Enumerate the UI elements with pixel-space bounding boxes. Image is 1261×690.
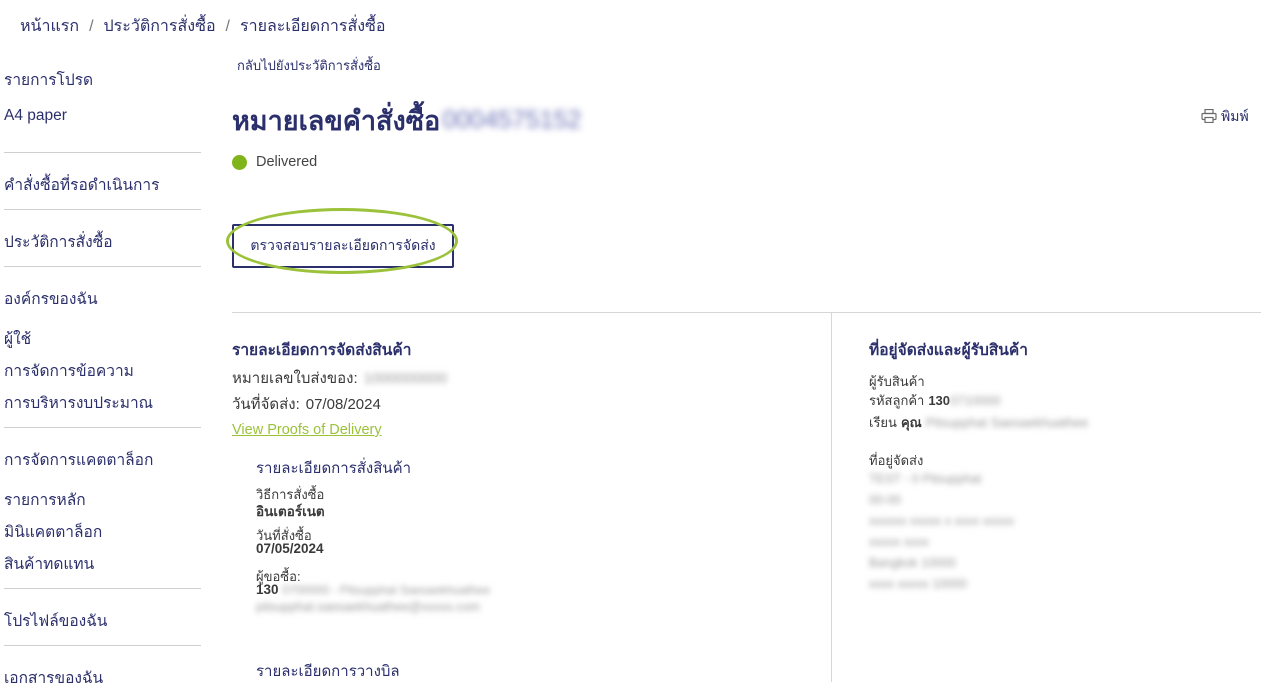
back-to-order-history-link[interactable]: กลับไปยังประวัติการสั่งซื้อ — [237, 55, 381, 76]
breadcrumb-separator: / — [225, 17, 230, 35]
ship-date-row: วันที่จัดส่ง: 07/08/2024 — [232, 392, 381, 416]
buyer-email: pitsupphat.saesaekhuathee@xxxxx.com — [256, 600, 480, 614]
view-proofs-of-delivery-link[interactable]: View Proofs of Delivery — [232, 422, 382, 438]
attn-label: เรียน — [869, 415, 897, 430]
waybill-row: หมายเลขใบส่งของ: 1000000000 — [232, 366, 447, 390]
attn-prefix: คุณ — [900, 415, 922, 430]
attn-name: Pitsupphat Saesaekhuathee — [925, 415, 1089, 430]
breadcrumb-current: รายละเอียดการสั่งซื้อ — [240, 18, 386, 35]
customer-code-rest: 0710000 — [950, 393, 1001, 408]
buyer-id: 130 — [256, 582, 279, 597]
sidebar-item-favorites[interactable]: รายการโปรด — [4, 67, 93, 92]
sidebar-divider — [4, 645, 201, 646]
breadcrumb-home[interactable]: หน้าแรก — [20, 14, 79, 39]
sidebar-item-budget-management[interactable]: การบริหารงบประมาณ — [4, 390, 153, 415]
customer-code: 130 — [928, 393, 951, 408]
status-text: Delivered — [256, 154, 318, 170]
sidebar-item-my-profile[interactable]: โปรไฟล์ของฉัน — [4, 608, 107, 633]
address-line: 00-00 — [869, 493, 901, 507]
sidebar-item-a4-paper[interactable]: A4 paper — [4, 107, 67, 125]
attention-row: เรียน คุณ Pitsupphat Saesaekhuathee — [869, 412, 1088, 433]
billing-details-title: รายละเอียดการวางบิล — [256, 663, 400, 680]
address-line: xxxxxx xxxxx x xxxx xxxxx — [869, 514, 1015, 528]
section-divider — [232, 312, 1261, 313]
waybill-value: 1000000000 — [363, 369, 448, 387]
address-title: ที่อยู่จัดส่งและผู้รับสินค้า — [869, 342, 1028, 359]
page-title-text: หมายเลขคำสั่งซื้อ — [232, 106, 441, 136]
sidebar-divider — [4, 427, 201, 428]
page-title: หมายเลขคำสั่งซื้อ 0004575152 — [232, 99, 581, 142]
breadcrumb: หน้าแรก / ประวัติการสั่งซื้อ / รายละเอีย… — [20, 14, 386, 39]
sidebar-item-my-organization[interactable]: องค์กรของฉัน — [4, 286, 98, 311]
sidebar-item-message-management[interactable]: การจัดการข้อความ — [4, 358, 134, 383]
customer-code-label: รหัสลูกค้า — [869, 393, 925, 408]
breadcrumb-separator: / — [89, 17, 94, 35]
print-label: พิมพ์ — [1221, 108, 1249, 124]
track-shipment-button[interactable]: ตรวจสอบรายละเอียดการจัดส่ง — [232, 224, 454, 268]
order-method-value: อินเตอร์เนต — [256, 504, 325, 519]
customer-code-row: รหัสลูกค้า 130 0710000 — [869, 390, 1001, 411]
ship-to-label: ที่อยู่จัดส่ง — [869, 453, 924, 468]
sidebar-item-mini-catalog[interactable]: มินิแคตตาล็อก — [4, 519, 102, 544]
ship-date-value: 07/08/2024 — [305, 395, 381, 413]
column-divider — [831, 313, 832, 682]
status-dot-icon — [232, 154, 247, 170]
shipping-details-title: รายละเอียดการจัดส่งสินค้า — [232, 342, 412, 359]
sidebar-divider — [4, 209, 201, 210]
order-details-title: รายละเอียดการสั่งสินค้า — [256, 460, 412, 477]
address-line: xxxxx xxxx — [869, 535, 929, 549]
printer-icon — [1201, 108, 1217, 126]
address-line: xxxx xxxxx 10000 — [869, 577, 967, 591]
order-number: 0004575152 — [442, 106, 582, 134]
sidebar-item-pending-orders[interactable]: คำสั่งซื้อที่รอดำเนินการ — [4, 172, 159, 197]
sidebar-item-my-documents[interactable]: เอกสารของฉัน — [4, 665, 103, 690]
recipient-label: ผู้รับสินค้า — [869, 374, 925, 389]
sidebar-divider — [4, 588, 201, 589]
order-date-value: 07/05/2024 — [256, 541, 324, 556]
buyer-id-row: 130 0700000 - Pitsupphat Saesaekhuathee — [256, 582, 490, 597]
sidebar-item-order-history[interactable]: ประวัติการสั่งซื้อ — [4, 229, 113, 254]
sidebar-item-main-list[interactable]: รายการหลัก — [4, 487, 86, 512]
breadcrumb-history[interactable]: ประวัติการสั่งซื้อ — [104, 14, 216, 39]
sidebar-item-substitute-products[interactable]: สินค้าทดแทน — [4, 551, 94, 576]
sidebar-item-catalog-management[interactable]: การจัดการแคตตาล็อก — [4, 447, 153, 472]
address-line: Bangkok 10000 — [869, 556, 956, 570]
waybill-label: หมายเลขใบส่งของ: — [232, 370, 358, 387]
sidebar-divider — [4, 266, 201, 267]
sidebar-divider — [4, 152, 201, 153]
order-status: Delivered — [232, 154, 317, 170]
sidebar-item-users[interactable]: ผู้ใช้ — [4, 326, 31, 351]
print-button[interactable]: พิมพ์ — [1201, 106, 1249, 128]
ship-date-label: วันที่จัดส่ง: — [232, 396, 300, 413]
buyer-id-rest: 0700000 - Pitsupphat Saesaekhuathee — [282, 582, 491, 597]
address-line: TEST - 0 Pitsupphat — [869, 472, 982, 486]
